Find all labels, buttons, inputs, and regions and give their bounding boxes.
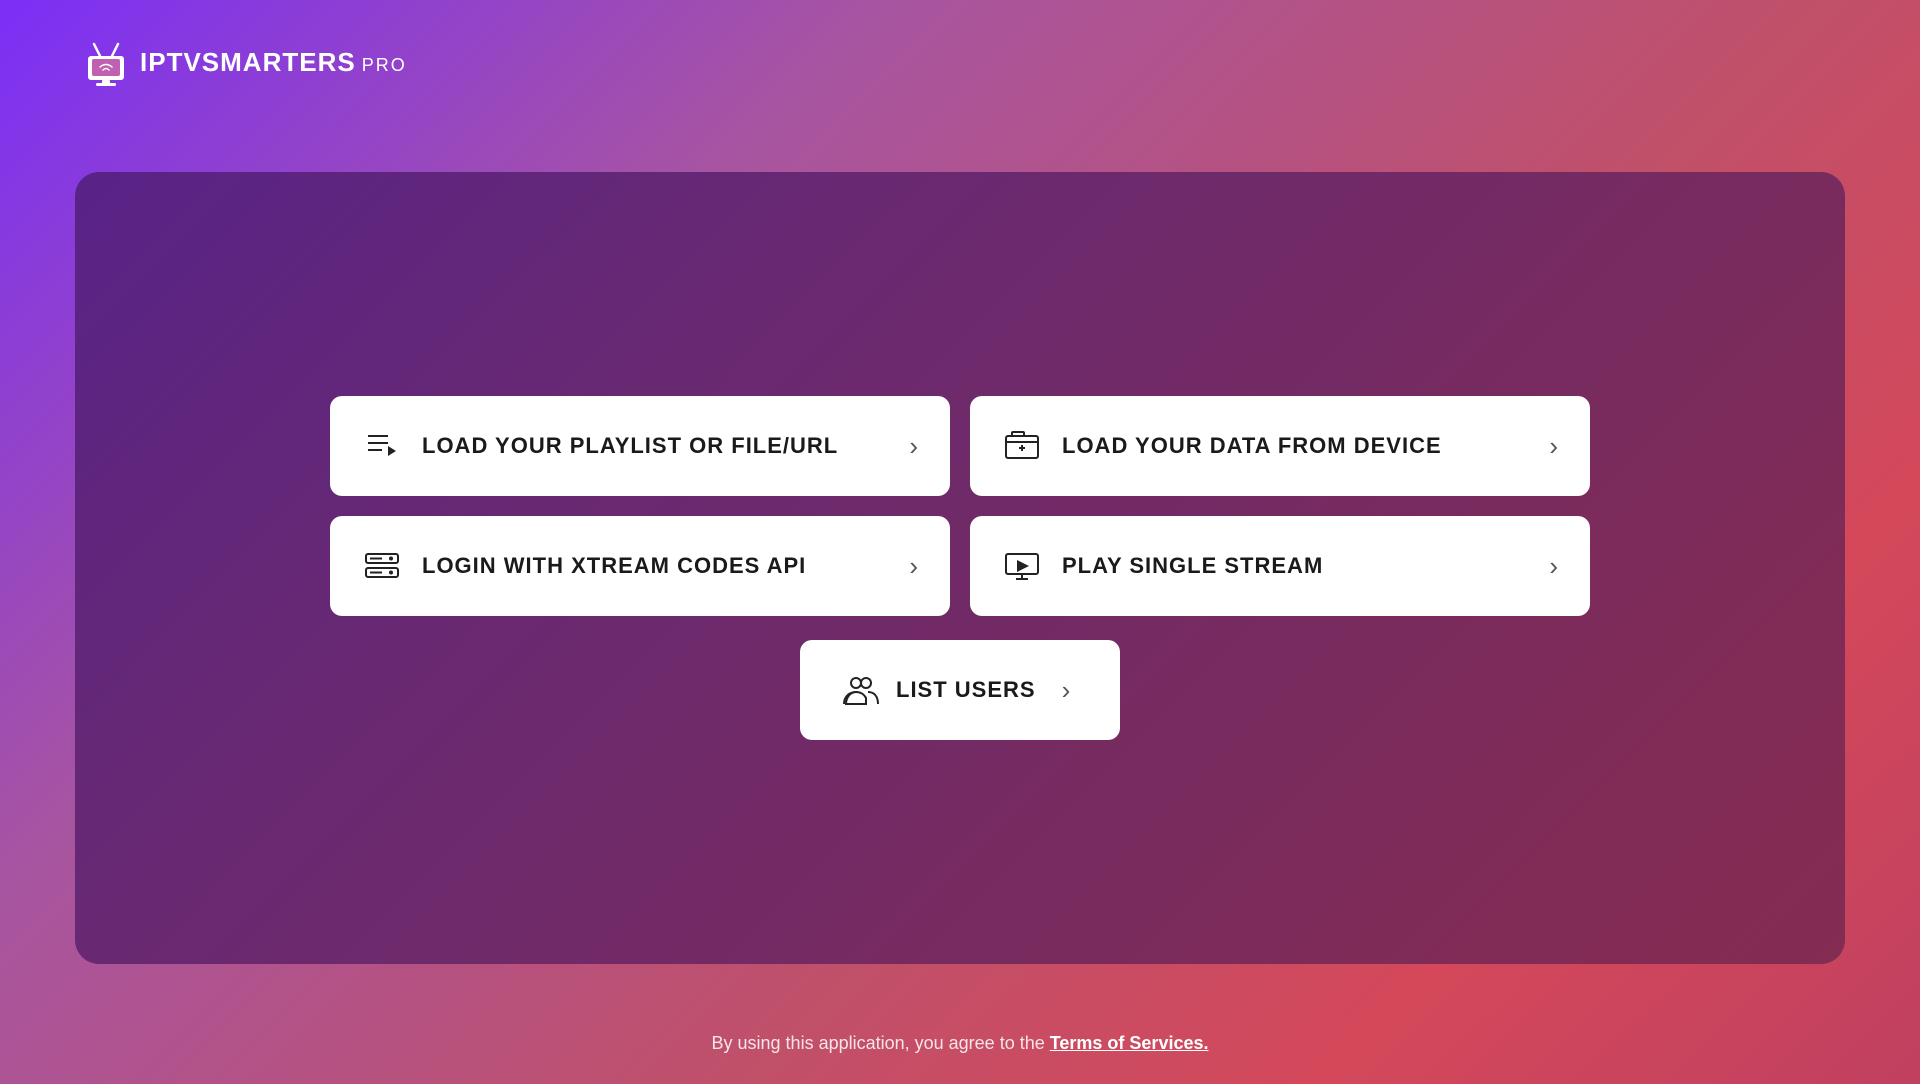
footer: By using this application, you agree to … — [0, 1033, 1920, 1054]
load-playlist-button[interactable]: LOAD YOUR PLAYLIST OR FILE/URL › — [330, 396, 950, 496]
playlist-icon — [362, 426, 402, 466]
logo: IPTV SMARTERS PRO — [80, 36, 407, 88]
load-playlist-chevron: › — [909, 431, 918, 462]
tv-logo-icon — [80, 36, 132, 88]
load-playlist-label: LOAD YOUR PLAYLIST OR FILE/URL — [422, 433, 838, 459]
list-users-wrapper: LIST USERS › — [330, 640, 1590, 740]
list-users-button[interactable]: LIST USERS › — [800, 640, 1120, 740]
single-stream-chevron: › — [1549, 551, 1558, 582]
xtream-login-button[interactable]: LOGIN WITH XTREAM CODES API › — [330, 516, 950, 616]
main-card: LOAD YOUR PLAYLIST OR FILE/URL › LOAD — [75, 172, 1845, 964]
footer-text: By using this application, you agree to … — [712, 1033, 1050, 1053]
single-stream-label: PLAY SINGLE STREAM — [1062, 553, 1323, 579]
logo-text: IPTV SMARTERS PRO — [140, 47, 407, 78]
load-device-label: LOAD YOUR DATA FROM DEVICE — [1062, 433, 1442, 459]
load-device-button[interactable]: LOAD YOUR DATA FROM DEVICE › — [970, 396, 1590, 496]
users-icon — [840, 670, 880, 710]
logo-smarters: SMARTERS — [202, 47, 356, 78]
device-icon — [1002, 426, 1042, 466]
stream-icon — [1002, 546, 1042, 586]
xtream-icon — [362, 546, 402, 586]
menu-grid: LOAD YOUR PLAYLIST OR FILE/URL › LOAD — [330, 396, 1590, 616]
logo-pro: PRO — [362, 55, 407, 76]
logo-iptv: IPTV — [140, 47, 202, 78]
list-users-label: LIST USERS — [896, 677, 1036, 703]
single-stream-button[interactable]: PLAY SINGLE STREAM › — [970, 516, 1590, 616]
xtream-login-chevron: › — [909, 551, 918, 582]
terms-link[interactable]: Terms of Services. — [1050, 1033, 1209, 1053]
load-device-chevron: › — [1549, 431, 1558, 462]
xtream-login-label: LOGIN WITH XTREAM CODES API — [422, 553, 806, 579]
list-users-chevron: › — [1062, 675, 1071, 706]
